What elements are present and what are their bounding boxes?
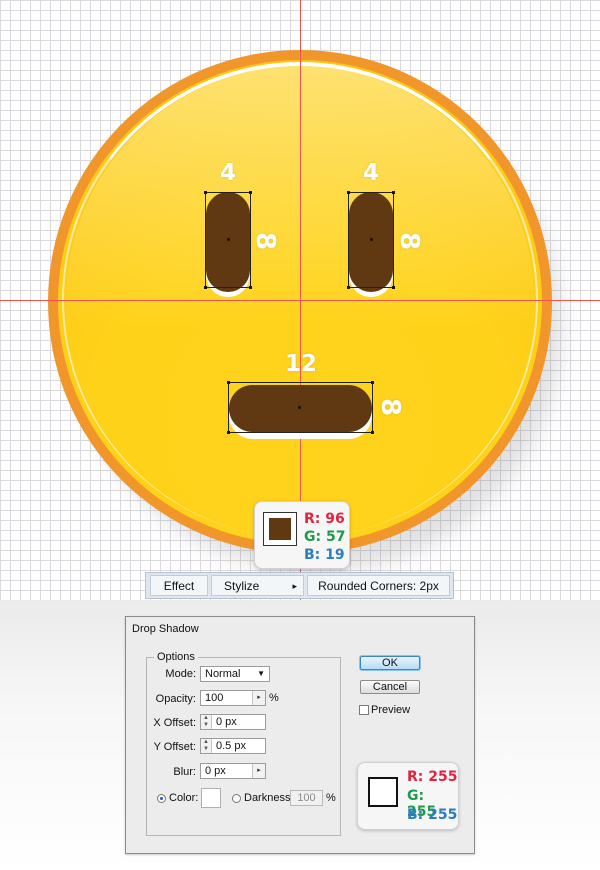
fill-b-value: B: 19 xyxy=(304,547,345,563)
color-label: Color: xyxy=(169,792,199,804)
selection-handle[interactable] xyxy=(204,286,207,289)
stylize-label: Stylize xyxy=(224,579,260,593)
effect-breadcrumb: Effect Stylize ▸ Rounded Corners: 2px xyxy=(145,572,454,599)
horizontal-guide[interactable] xyxy=(0,300,600,301)
selection-handle[interactable] xyxy=(249,286,252,289)
color-radio[interactable] xyxy=(157,794,166,803)
right-eye-width-label: 4 xyxy=(363,160,380,186)
opacity-value: 100 xyxy=(205,692,224,704)
x-offset-label: X Offset: xyxy=(153,717,196,729)
darkness-value: 100 xyxy=(297,792,316,804)
selection-handle[interactable] xyxy=(227,381,230,384)
selection-handle[interactable] xyxy=(227,431,230,434)
shadow-color-callout: R: 255 G: 255 B: 255 xyxy=(357,762,459,830)
darkness-radio[interactable] xyxy=(232,794,241,803)
mode-value: Normal xyxy=(205,668,241,680)
blur-field[interactable]: 0 px ▸ xyxy=(200,763,266,779)
opacity-dropdown-arrow-icon[interactable]: ▸ xyxy=(252,691,265,705)
fill-color-swatch xyxy=(269,518,291,540)
y-offset-stepper-icon[interactable]: ▲ ▼ xyxy=(201,739,212,753)
left-eye-height-label: 8 xyxy=(250,231,281,251)
x-offset-field[interactable]: ▲ ▼ 0 px xyxy=(200,714,266,730)
dropdown-arrow-icon: ▼ xyxy=(257,669,265,678)
ok-button[interactable]: OK xyxy=(360,656,420,670)
y-offset-value: 0.5 px xyxy=(216,740,246,752)
selection-handle[interactable] xyxy=(204,191,207,194)
mouth-center-point xyxy=(298,406,301,409)
opacity-label: Opacity: xyxy=(155,693,196,705)
darkness-unit: % xyxy=(326,792,336,804)
left-eye-center-point xyxy=(227,238,230,241)
fill-color-callout: R: 96 G: 57 B: 19 xyxy=(254,501,350,569)
opacity-unit: % xyxy=(269,692,279,704)
right-eye-height-label: 8 xyxy=(394,231,425,251)
dialog-title: Drop Shadow xyxy=(132,623,199,635)
mode-label: Mode: xyxy=(165,668,196,680)
darkness-field[interactable]: 100 xyxy=(290,790,323,806)
mouth-height-label: 8 xyxy=(375,397,406,417)
selection-handle[interactable] xyxy=(392,191,395,194)
fill-r-value: R: 96 xyxy=(304,511,345,527)
fill-g-value: G: 57 xyxy=(304,529,346,545)
selection-handle[interactable] xyxy=(392,286,395,289)
opacity-field[interactable]: 100 ▸ xyxy=(200,690,266,706)
selection-handle[interactable] xyxy=(249,191,252,194)
effect-menu[interactable]: Effect xyxy=(150,575,208,596)
mouth-width-label: 12 xyxy=(285,351,318,377)
shadow-b-value: B: 255 xyxy=(407,807,458,823)
selection-handle[interactable] xyxy=(347,191,350,194)
mode-select[interactable]: Normal ▼ xyxy=(200,666,270,682)
options-group-label: Options xyxy=(154,651,198,663)
selection-handle[interactable] xyxy=(371,431,374,434)
x-offset-stepper-icon[interactable]: ▲ ▼ xyxy=(201,715,212,729)
cancel-button[interactable]: Cancel xyxy=(360,680,420,694)
x-offset-value: 0 px xyxy=(216,716,237,728)
artboard-canvas[interactable]: 4 8 4 8 12 8 R: 96 G: 57 B: 19 Effect St… xyxy=(0,0,600,600)
selection-handle[interactable] xyxy=(371,381,374,384)
blur-value: 0 px xyxy=(205,765,226,777)
fill-color-swatch-frame xyxy=(263,512,297,546)
stylize-menu[interactable]: Stylize ▸ xyxy=(211,575,304,596)
selection-handle[interactable] xyxy=(347,286,350,289)
shadow-color-preview-swatch xyxy=(368,777,398,807)
left-eye-width-label: 4 xyxy=(220,160,237,186)
y-offset-label: Y Offset: xyxy=(153,741,196,753)
blur-dropdown-arrow-icon[interactable]: ▸ xyxy=(252,764,265,778)
right-eye-center-point xyxy=(370,238,373,241)
rounded-corners-item[interactable]: Rounded Corners: 2px xyxy=(307,575,450,596)
shadow-r-value: R: 255 xyxy=(407,769,458,785)
submenu-arrow-icon: ▸ xyxy=(292,581,297,591)
blur-label: Blur: xyxy=(173,766,196,778)
darkness-label: Darkness: xyxy=(244,792,294,804)
y-offset-field[interactable]: ▲ ▼ 0.5 px xyxy=(200,738,266,754)
preview-checkbox[interactable] xyxy=(359,705,369,715)
preview-label: Preview xyxy=(371,704,411,716)
shadow-color-swatch[interactable] xyxy=(201,788,221,808)
